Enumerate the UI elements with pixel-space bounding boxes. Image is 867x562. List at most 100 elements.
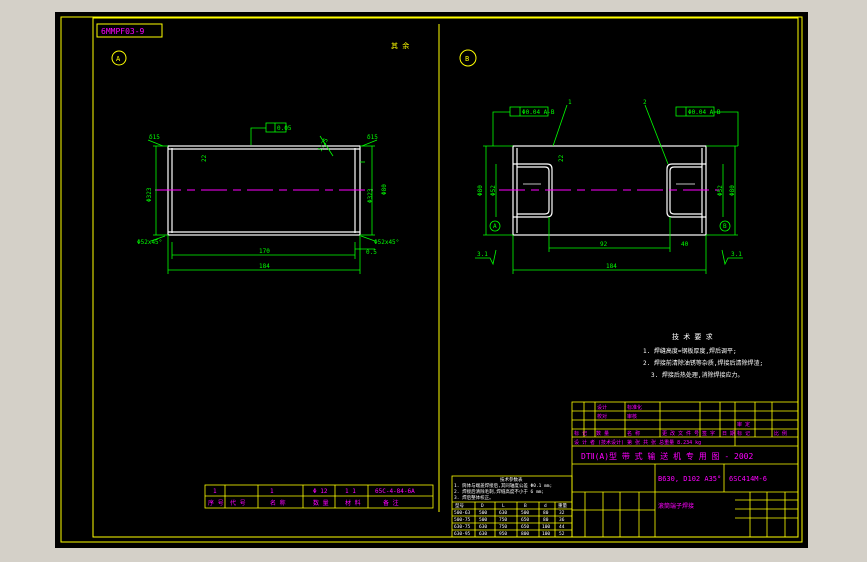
svg-text:B: B (465, 55, 469, 63)
svg-text:500-75: 500-75 (454, 517, 471, 523)
svg-text:d: d (544, 503, 547, 509)
svg-text:500: 500 (479, 517, 487, 523)
svg-text:设计: 设计 (597, 404, 607, 411)
svg-text:3. 焊后整体校正。: 3. 焊后整体校正。 (454, 494, 494, 501)
svg-text:36: 36 (559, 517, 565, 523)
svg-text:100: 100 (542, 531, 550, 537)
svg-text:技 术 要 求: 技 术 要 求 (672, 332, 713, 341)
title-block-grid (571, 401, 799, 538)
view-a-note: 其 余 (391, 41, 409, 50)
svg-text:32: 32 (559, 510, 565, 516)
svg-text:1. 筒体与端盖焊接后,其同轴度公差 Φ0.1 mm;: 1. 筒体与端盖焊接后,其同轴度公差 Φ0.1 mm; (454, 482, 552, 489)
svg-text:D: D (481, 503, 484, 509)
svg-text:80: 80 (543, 510, 549, 516)
title-block-main-title: DTⅡ(A)型 带 式 输 送 机 专 用 图 - 2002 (581, 451, 753, 461)
technical-requirements: 技 术 要 求 1. 焊缝高度=钢板厚度,焊后调平; 2. 焊接前清除油锈等杂质… (643, 332, 763, 379)
svg-text:3.1: 3.1 (477, 251, 488, 258)
svg-text:Φ52: Φ52 (490, 185, 497, 196)
svg-text:44: 44 (559, 524, 565, 530)
svg-text:数 量: 数 量 (313, 499, 329, 507)
svg-text:650: 650 (521, 517, 529, 523)
title-block-code: 6SC414M-6 (729, 475, 767, 483)
svg-text:22: 22 (558, 154, 565, 162)
svg-text:B: B (524, 503, 527, 509)
svg-text:备 注: 备 注 (383, 499, 399, 507)
svg-text:1:25: 1:25 (317, 137, 330, 153)
svg-text:170: 170 (259, 248, 270, 255)
svg-text:3.1: 3.1 (731, 251, 742, 258)
svg-text:标 记: 标 记 (574, 430, 587, 437)
svg-text:630: 630 (479, 531, 487, 537)
svg-text:Φ80: Φ80 (381, 184, 388, 195)
svg-text:Φ80: Φ80 (729, 185, 736, 196)
svg-text:1: 1 (270, 488, 274, 495)
svg-text:500: 500 (479, 510, 487, 516)
svg-text:630-75: 630-75 (454, 524, 471, 530)
svg-text:名 称: 名 称 (270, 499, 286, 507)
svg-text:Φ52: Φ52 (717, 185, 724, 196)
svg-text:22: 22 (201, 154, 208, 162)
bom-text: 1 1 Φ 12 1 1 65C-4-84-6A 序 号 代 号 名 称 数 量… (208, 488, 415, 507)
svg-text:Φ0.04 A-B: Φ0.04 A-B (522, 109, 555, 116)
svg-text:重量: 重量 (558, 502, 567, 509)
svg-text:Φ323: Φ323 (146, 187, 153, 202)
svg-text:52: 52 (559, 531, 565, 537)
svg-text:650: 650 (521, 524, 529, 530)
svg-text:950: 950 (499, 531, 507, 537)
svg-text:A: A (116, 55, 121, 63)
drawing-number-text: 6MMPF03-9 (101, 27, 145, 36)
param-table-text: 技术参数表 1. 筒体与端盖焊接后,其同轴度公差 Φ0.1 mm; 2. 焊接后… (454, 476, 567, 537)
svg-text:1: 1 (568, 99, 572, 106)
svg-text:Φ52x45°: Φ52x45° (374, 239, 399, 246)
svg-text:标 记: 标 记 (737, 430, 750, 437)
svg-text:2. 焊接后清除毛刺,焊缝高度不小于 6 mm;: 2. 焊接后清除毛刺,焊缝高度不小于 6 mm; (454, 488, 544, 495)
svg-text:序 号: 序 号 (208, 499, 224, 507)
title-block-spec: B630, D102 A35° (658, 475, 721, 483)
svg-text:L: L (502, 503, 505, 509)
svg-text:800: 800 (521, 531, 529, 537)
svg-text:500: 500 (521, 510, 529, 516)
svg-text:184: 184 (259, 263, 270, 270)
svg-text:δ15: δ15 (367, 134, 378, 141)
svg-text:Φ 12: Φ 12 (313, 488, 328, 495)
svg-text:校对: 校对 (597, 413, 607, 420)
svg-text:审 定: 审 定 (737, 421, 750, 428)
svg-text:Φ0.04 A-B: Φ0.04 A-B (688, 109, 721, 116)
svg-text:技术参数表: 技术参数表 (500, 476, 523, 483)
svg-text:Φ80: Φ80 (477, 185, 484, 196)
svg-text:数 量: 数 量 (596, 430, 609, 437)
svg-text:630: 630 (499, 510, 507, 516)
drawing-number-box: 6MMPF03-9 (96, 23, 163, 38)
svg-text:2: 2 (643, 99, 647, 106)
cad-drawing-canvas[interactable]: 6MMPF03-9 A 其 余 B 0.05 δ15 δ15 22 1:25 Φ… (55, 12, 808, 548)
view-a-part (155, 145, 373, 236)
sheet-frames (60, 16, 803, 543)
svg-text:750: 750 (499, 517, 507, 523)
svg-text:Φ52x45°: Φ52x45° (137, 239, 162, 246)
svg-text:审核: 审核 (627, 413, 637, 420)
svg-text:B: B (723, 223, 727, 230)
svg-text:设 计 者 (技术设计) 第 张 共 张 总重量: 设 计 者 (技术设计) 第 张 共 张 总重量 8.234 kg (574, 439, 701, 446)
svg-text:A: A (493, 223, 497, 230)
svg-text:0.05: 0.05 (277, 125, 292, 132)
svg-text:630: 630 (479, 524, 487, 530)
svg-text:名 称: 名 称 (627, 430, 640, 437)
svg-text:1. 焊缝高度=钢板厚度,焊后调平;: 1. 焊缝高度=钢板厚度,焊后调平; (643, 347, 737, 355)
svg-text:签 字: 签 字 (702, 430, 715, 437)
title-block-part-name: 滚筒端子焊接 (658, 502, 694, 510)
svg-text:比 例: 比 例 (774, 430, 787, 437)
svg-text:630-95: 630-95 (454, 531, 471, 537)
svg-text:Φ323: Φ323 (367, 188, 374, 203)
svg-text:日 期: 日 期 (722, 431, 735, 437)
svg-text:80: 80 (543, 517, 549, 523)
svg-text:184: 184 (606, 263, 617, 270)
drawing-sheet: 6MMPF03-9 A 其 余 B 0.05 δ15 δ15 22 1:25 Φ… (55, 12, 808, 548)
svg-text:标准化: 标准化 (627, 404, 642, 411)
svg-text:500-63: 500-63 (454, 510, 471, 516)
svg-text:40: 40 (681, 241, 689, 248)
svg-text:100: 100 (542, 524, 550, 530)
svg-text:750: 750 (499, 524, 507, 530)
svg-text:1: 1 (213, 488, 217, 495)
view-label-a: A (111, 50, 127, 66)
svg-text:3. 焊接后热处理,消除焊接应力。: 3. 焊接后热处理,消除焊接应力。 (651, 371, 743, 379)
